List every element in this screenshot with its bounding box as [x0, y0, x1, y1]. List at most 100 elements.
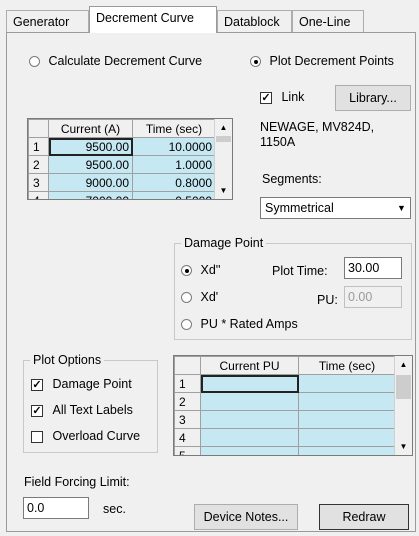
row-number: 2 — [28, 155, 49, 174]
table-row[interactable]: 3 9000.00 0.8000 — [28, 173, 216, 192]
pu-rated-amps-label: PU * Rated Amps — [200, 317, 298, 331]
decrement-points-table[interactable]: Current (A) Time (sec) 1 9500.00 10.0000… — [27, 118, 233, 200]
link-option[interactable]: ✓ Link — [260, 90, 304, 104]
overload-curve-option[interactable]: Overload Curve — [31, 429, 140, 443]
damage-point-checkbox[interactable]: ✓ — [31, 378, 43, 391]
library-button-label: Library... — [349, 91, 397, 105]
damage-point-option[interactable]: ✓ Damage Point — [31, 377, 132, 391]
segments-label: Segments: — [262, 172, 322, 186]
tab-decrement-curve-label: Decrement Curve — [96, 11, 194, 25]
table-header-row: Current PU Time (sec) — [174, 356, 396, 375]
scroll-up-icon[interactable]: ▲ — [395, 356, 412, 373]
row-number: 1 — [28, 137, 49, 156]
table-row[interactable]: 5 — [174, 446, 396, 455]
calculate-curve-radio[interactable] — [29, 56, 40, 68]
damage-points-table[interactable]: Current PU Time (sec) 1 2 3 4 5 ▲ ▼ — [173, 355, 413, 456]
row-number: 2 — [174, 392, 201, 411]
xd2-radio[interactable] — [181, 265, 192, 277]
all-text-labels-option[interactable]: ✓ All Text Labels — [31, 403, 133, 417]
table-row[interactable]: 1 9500.00 10.0000 — [28, 137, 216, 156]
library-button[interactable]: Library... — [335, 85, 411, 111]
redraw-label: Redraw — [342, 510, 386, 524]
xd2-option[interactable]: Xd'' — [181, 263, 221, 277]
corner-cell — [174, 356, 201, 375]
current-cell[interactable]: 9500.00 — [48, 137, 133, 156]
scroll-down-icon[interactable]: ▼ — [395, 438, 412, 455]
calculate-curve-label: Calculate Decrement Curve — [48, 54, 203, 68]
plot-points-option[interactable]: Plot Decrement Points — [250, 54, 394, 68]
time-cell[interactable] — [298, 428, 396, 447]
table-scrollbar[interactable]: ▲ ▼ — [394, 356, 412, 455]
current-pu-header: Current PU — [200, 356, 299, 375]
link-label: Link — [281, 90, 305, 104]
tab-one-line[interactable]: One-Line — [292, 10, 364, 32]
current-pu-cell[interactable] — [200, 392, 299, 411]
table-row[interactable]: 2 — [174, 392, 396, 411]
table-row[interactable]: 1 — [174, 374, 396, 393]
row-number: 4 — [28, 191, 49, 199]
table-row[interactable]: 4 7000.00 0.5000 — [28, 191, 216, 199]
time-cell[interactable] — [298, 374, 396, 393]
field-forcing-input[interactable]: 0.0 — [23, 497, 89, 519]
tab-datablock[interactable]: Datablock — [217, 10, 292, 32]
current-cell[interactable]: 9500.00 — [48, 155, 133, 174]
plot-time-input[interactable]: 30.00 — [344, 257, 402, 279]
overload-curve-checkbox[interactable] — [31, 430, 43, 443]
table-row[interactable]: 3 — [174, 410, 396, 429]
calculate-curve-option[interactable]: Calculate Decrement Curve — [29, 54, 202, 68]
xd1-label: Xd' — [200, 290, 219, 304]
pu-rated-amps-radio[interactable] — [181, 319, 192, 331]
scroll-down-icon[interactable]: ▼ — [215, 182, 232, 199]
field-forcing-label: Field Forcing Limit: — [24, 475, 130, 489]
pu-rated-amps-option[interactable]: PU * Rated Amps — [181, 317, 298, 331]
time-cell[interactable] — [298, 410, 396, 429]
current-pu-cell[interactable] — [200, 428, 299, 447]
table-header-row: Current (A) Time (sec) — [28, 119, 216, 138]
corner-cell — [28, 119, 49, 138]
all-text-labels-checkbox[interactable]: ✓ — [31, 404, 43, 417]
tab-one-line-label: One-Line — [299, 15, 351, 29]
time-cell[interactable] — [298, 392, 396, 411]
scroll-thumb[interactable] — [396, 375, 411, 399]
pu-label: PU: — [317, 293, 338, 307]
pu-input[interactable]: 0.00 — [344, 286, 402, 308]
segments-select[interactable]: Symmetrical ▼ — [260, 197, 411, 219]
table-scrollbar[interactable]: ▲ ▼ — [214, 119, 232, 199]
row-number: 3 — [174, 410, 201, 429]
time-cell[interactable]: 1.0000 — [132, 155, 216, 174]
library-name: NEWAGE, MV824D, 1150A — [260, 120, 375, 149]
time-header: Time (sec) — [298, 356, 396, 375]
device-notes-button[interactable]: Device Notes... — [194, 504, 298, 530]
current-pu-cell[interactable] — [200, 374, 299, 393]
tab-generator[interactable]: Generator — [6, 10, 89, 32]
damage-point-option-label: Damage Point — [52, 377, 132, 391]
xd1-radio[interactable] — [181, 292, 192, 304]
table-row[interactable]: 4 — [174, 428, 396, 447]
all-text-labels-label: All Text Labels — [52, 403, 133, 417]
current-cell[interactable]: 7000.00 — [48, 191, 133, 199]
current-cell[interactable]: 9000.00 — [48, 173, 133, 192]
row-number: 1 — [174, 374, 201, 393]
time-cell[interactable]: 0.5000 — [132, 191, 216, 199]
plot-points-label: Plot Decrement Points — [269, 54, 394, 68]
redraw-button[interactable]: Redraw — [319, 504, 409, 530]
xd1-option[interactable]: Xd' — [181, 290, 218, 304]
time-header: Time (sec) — [132, 119, 216, 138]
scroll-thumb[interactable] — [216, 136, 231, 142]
overload-curve-label: Overload Curve — [52, 429, 141, 443]
table-row[interactable]: 2 9500.00 1.0000 — [28, 155, 216, 174]
chevron-down-icon[interactable]: ▼ — [393, 198, 410, 218]
current-pu-cell[interactable] — [200, 446, 299, 455]
time-cell[interactable]: 10.0000 — [132, 137, 216, 156]
plot-options-title: Plot Options — [33, 353, 102, 367]
xd2-label: Xd'' — [200, 263, 221, 277]
plot-points-radio[interactable] — [250, 56, 261, 68]
tab-generator-label: Generator — [13, 15, 70, 29]
scroll-up-icon[interactable]: ▲ — [215, 119, 232, 136]
tab-decrement-curve[interactable]: Decrement Curve — [89, 6, 217, 33]
time-cell[interactable] — [298, 446, 396, 455]
time-cell[interactable]: 0.8000 — [132, 173, 216, 192]
link-checkbox[interactable]: ✓ — [260, 91, 272, 104]
current-pu-cell[interactable] — [200, 410, 299, 429]
field-forcing-unit: sec. — [103, 502, 126, 516]
